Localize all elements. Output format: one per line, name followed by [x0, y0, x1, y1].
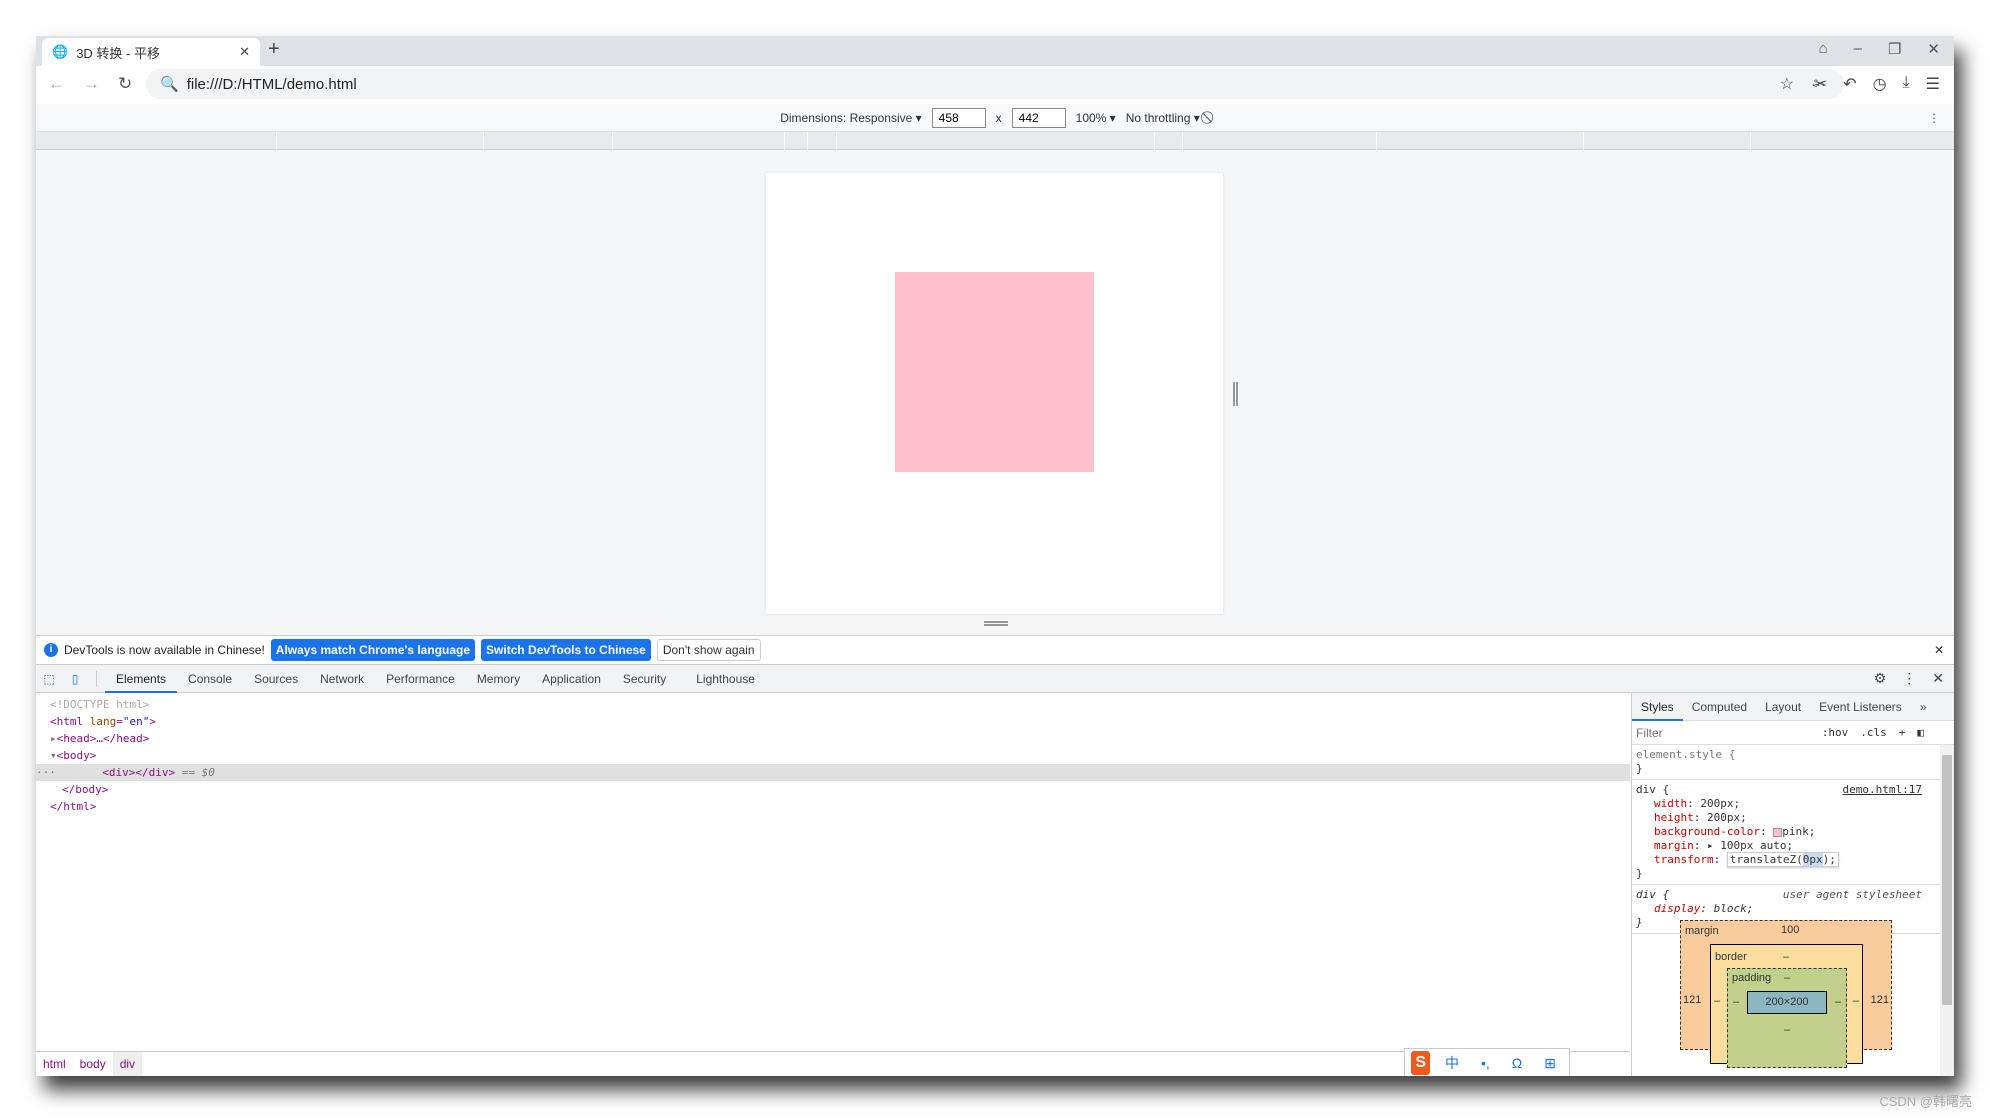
history-icon[interactable]: ◷ [1873, 74, 1887, 94]
tab-sources[interactable]: Sources [243, 665, 309, 693]
back-icon[interactable]: ← [48, 74, 65, 94]
tab-application[interactable]: Application [531, 665, 612, 693]
doctype-node[interactable]: <!DOCTYPE html> [50, 698, 149, 711]
bookmark-star-icon[interactable]: ☆ [1780, 74, 1794, 94]
styles-scrollbar[interactable] [1940, 745, 1954, 1076]
tab-layout[interactable]: Layout [1756, 693, 1810, 721]
close-tab-icon[interactable]: ✕ [239, 44, 250, 60]
scissors-icon[interactable]: ✂ [1814, 74, 1827, 94]
tab-styles[interactable]: Styles [1632, 693, 1683, 721]
crumb-body[interactable]: body [73, 1052, 113, 1076]
color-swatch[interactable] [1773, 827, 1783, 837]
height-input[interactable] [1011, 107, 1066, 128]
resize-handle-right[interactable] [1233, 382, 1238, 406]
close-window-button[interactable]: ✕ [1927, 40, 1940, 58]
element-style-rule[interactable]: element.style {} [1632, 745, 1954, 780]
div-rule[interactable]: div { demo.html:17 width: 200px; height:… [1632, 780, 1954, 885]
settings-gear-icon[interactable]: ⚙ [1874, 670, 1887, 687]
times-sign: x [995, 110, 1002, 125]
width-input[interactable] [931, 107, 986, 128]
content-box: 200×200 [1747, 991, 1827, 1014]
device-toggle-icon[interactable]: ▯ [62, 672, 88, 686]
crumb-html[interactable]: html [36, 1052, 73, 1076]
tab-bar: 🌐 3D 转换 - 平移 ✕ + ⌂ – ❐ ✕ [36, 36, 1954, 66]
new-rule-icon[interactable]: + [1899, 726, 1906, 739]
source-link[interactable]: demo.html:17 [1843, 783, 1922, 796]
ime-toolbar[interactable]: S 中 •, Ω ⊞ [1404, 1048, 1570, 1076]
restore-button[interactable]: ❐ [1888, 40, 1901, 58]
transform-value-editor[interactable]: translateZ(0px); [1726, 852, 1839, 867]
url-bar[interactable]: 🔍 file:///D:/HTML/demo.html ☆ ··· [146, 69, 1844, 99]
close-infobar-icon[interactable]: ✕ [1934, 643, 1944, 657]
media-query-ruler[interactable] [36, 132, 1954, 150]
devtools-more-icon[interactable]: ⋮ [1902, 670, 1916, 687]
styles-filter-input[interactable] [1632, 722, 1804, 743]
tab-console[interactable]: Console [177, 665, 243, 693]
download-icon[interactable]: ⤓ [1903, 74, 1910, 94]
new-tab-button[interactable]: + [268, 38, 280, 61]
globe-icon: 🌐 [52, 44, 69, 59]
switch-chinese-button[interactable]: Switch DevTools to Chinese [481, 639, 651, 661]
tab-performance[interactable]: Performance [375, 665, 466, 693]
ime-symbol[interactable]: Ω [1505, 1051, 1529, 1075]
devtools-tabs: ⬚ ▯ Elements Console Sources Network Per… [36, 665, 1631, 693]
hov-toggle[interactable]: :hov [1822, 726, 1849, 739]
crumb-div[interactable]: div [112, 1052, 143, 1076]
tab-elements[interactable]: Elements [105, 665, 178, 693]
search-icon: 🔍 [160, 76, 179, 93]
ime-punct[interactable]: •, [1474, 1051, 1497, 1075]
tab-computed[interactable]: Computed [1683, 693, 1756, 721]
body-node[interactable]: ▾<body> [36, 747, 1630, 764]
url-text[interactable]: file:///D:/HTML/demo.html [187, 76, 357, 93]
div-node-selected[interactable]: ··· <div></div> == $0 [36, 764, 1630, 781]
device-toolbar: Dimensions: Responsive ▾ x 100% ▾ No thr… [36, 104, 1954, 132]
info-icon: i [44, 643, 58, 657]
html-close-node[interactable]: </html> [36, 798, 1630, 815]
ime-keyboard[interactable]: ⊞ [1537, 1051, 1563, 1075]
address-bar-row: ← → ↻ 🔍 file:///D:/HTML/demo.html ☆ ··· … [36, 66, 1954, 102]
minimize-button[interactable]: – [1854, 40, 1862, 58]
browser-window: 🌐 3D 转换 - 平移 ✕ + ⌂ – ❐ ✕ ← → ↻ 🔍 file://… [36, 36, 1954, 1076]
more-tabs-icon[interactable]: » [1911, 693, 1936, 721]
zoom-dropdown[interactable]: 100% ▾ [1076, 111, 1116, 125]
tab-event-listeners[interactable]: Event Listeners [1810, 693, 1911, 721]
pink-box[interactable] [895, 272, 1094, 472]
sogou-logo: S [1411, 1051, 1430, 1075]
tab-memory[interactable]: Memory [466, 665, 531, 693]
always-match-button[interactable]: Always match Chrome's language [270, 639, 476, 661]
html-node[interactable]: <html lang="en"> [36, 713, 1630, 730]
skin-icon[interactable]: ⌂ [1819, 40, 1828, 58]
close-devtools-icon[interactable]: ✕ [1932, 670, 1944, 687]
device-more-icon[interactable]: ⋮ [1928, 111, 1940, 125]
ime-chinese[interactable]: 中 [1438, 1051, 1466, 1075]
sidebar-toggle-icon[interactable]: ◧ [1917, 726, 1924, 739]
tab-security[interactable]: Security [612, 665, 677, 693]
viewport-area [36, 150, 1954, 635]
dom-tree: <!DOCTYPE html> <html lang="en"> ▸<head>… [36, 693, 1630, 1051]
infobar-message: DevTools is now available in Chinese! [64, 643, 265, 657]
head-node[interactable]: ▸<head>…</head> [36, 730, 1630, 747]
forward-icon[interactable]: → [83, 74, 100, 94]
browser-tab[interactable]: 🌐 3D 转换 - 平移 ✕ [42, 38, 260, 66]
body-close-node[interactable]: </body> [36, 781, 1630, 798]
menu-icon[interactable]: ☰ [1926, 74, 1940, 94]
tab-network[interactable]: Network [309, 665, 375, 693]
undo-icon[interactable]: ↶ [1843, 74, 1856, 94]
tab-lighthouse[interactable]: Lighthouse [685, 665, 766, 693]
box-model: margin 100 121 121 border – – – padding … [1680, 920, 1892, 1068]
throttling-dropdown[interactable]: No throttling ▾ [1126, 111, 1200, 125]
emulated-page [766, 173, 1223, 614]
language-infobar: i DevTools is now available in Chinese! … [36, 635, 1954, 665]
inspect-icon[interactable]: ⬚ [36, 672, 62, 686]
dimensions-dropdown[interactable]: Dimensions: Responsive ▾ [780, 111, 921, 125]
breadcrumb: html body div S 中 •, Ω ⊞ [36, 1048, 1630, 1076]
styles-pane: Styles Computed Layout Event Listeners »… [1631, 693, 1954, 1076]
tab-title: 3D 转换 - 平移 [76, 45, 160, 61]
reload-icon[interactable]: ↻ [118, 74, 132, 94]
watermark: CSDN @韩曙亮 [1879, 1094, 1972, 1109]
dont-show-button[interactable]: Don't show again [656, 639, 761, 661]
cls-toggle[interactable]: .cls [1860, 726, 1887, 739]
resize-handle-bottom[interactable] [984, 621, 1008, 626]
